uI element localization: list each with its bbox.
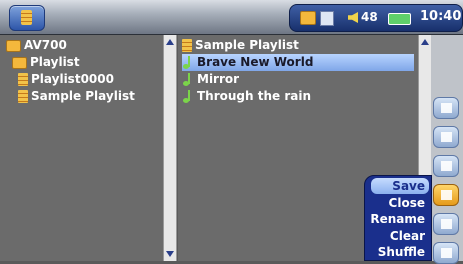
scroll-up-icon[interactable] bbox=[166, 39, 174, 45]
table-row[interactable]: Brave New World bbox=[182, 54, 414, 71]
music-note-icon bbox=[182, 56, 194, 69]
folder-icon bbox=[300, 11, 316, 25]
volume-icon bbox=[348, 12, 358, 23]
speaker-icon bbox=[441, 103, 452, 113]
scroll-up-icon[interactable] bbox=[421, 39, 429, 45]
list-item[interactable]: Playlist bbox=[12, 54, 80, 71]
add-to-playlist-icon bbox=[441, 132, 452, 142]
music-note-icon bbox=[182, 73, 194, 86]
insert-icon bbox=[441, 161, 452, 171]
clock-time: 10:40 bbox=[420, 9, 462, 24]
insert-button[interactable] bbox=[433, 155, 459, 177]
playlist-menu-button[interactable] bbox=[433, 184, 459, 206]
table-row[interactable]: Through the rain bbox=[182, 88, 311, 105]
list-item[interactable]: Playlist0000 bbox=[18, 71, 114, 88]
document-icon bbox=[320, 11, 334, 26]
menu-item-clear[interactable]: Clear bbox=[390, 228, 425, 244]
volume-button[interactable] bbox=[433, 97, 459, 119]
folder-icon bbox=[6, 39, 21, 52]
side-button-bar bbox=[431, 35, 463, 264]
playlist-icon bbox=[441, 190, 452, 200]
menu-item-save[interactable]: Save bbox=[371, 178, 429, 194]
playlist-icon bbox=[18, 73, 28, 86]
status-panel: 48 10:40 bbox=[289, 4, 463, 32]
menu-item-rename[interactable]: Rename bbox=[370, 211, 425, 227]
table-row[interactable]: Mirror bbox=[182, 71, 239, 88]
playlist-icon bbox=[182, 39, 192, 52]
list-item[interactable]: Sample Playlist bbox=[18, 88, 135, 105]
context-menu: Save Close Rename Clear Shuffle bbox=[364, 175, 432, 261]
menu-item-close[interactable]: Close bbox=[389, 195, 425, 211]
close-button[interactable] bbox=[433, 213, 459, 235]
playlist-icon bbox=[18, 90, 28, 103]
playlist-header: Sample Playlist bbox=[182, 37, 299, 54]
volume-level: 48 bbox=[361, 10, 378, 24]
add-button[interactable] bbox=[433, 126, 459, 148]
close-icon bbox=[441, 219, 452, 229]
back-icon bbox=[441, 248, 452, 258]
menu-item-shuffle[interactable]: Shuffle bbox=[378, 244, 425, 260]
left-scrollbar[interactable] bbox=[163, 35, 177, 261]
list-item[interactable]: AV700 bbox=[6, 37, 67, 54]
playlist-app-icon[interactable] bbox=[9, 5, 45, 31]
battery-icon bbox=[388, 13, 411, 25]
music-note-icon bbox=[182, 90, 194, 103]
left-browser-pane: AV700 Playlist Playlist0000 Sample Playl… bbox=[0, 35, 163, 261]
scroll-down-icon[interactable] bbox=[166, 251, 174, 257]
folder-icon bbox=[12, 56, 27, 69]
status-bar: 48 10:40 bbox=[0, 0, 463, 35]
